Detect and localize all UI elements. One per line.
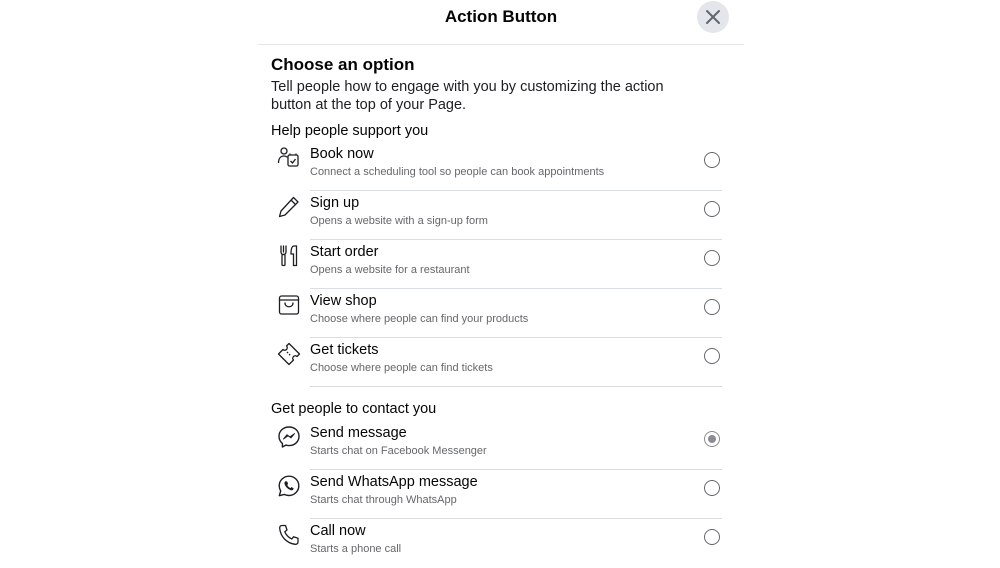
pencil-icon <box>277 195 301 219</box>
dialog-title: Action Button <box>444 7 558 26</box>
option-get-tickets[interactable]: Get tickets Choose where people can find… <box>271 338 731 387</box>
phone-icon <box>277 523 301 547</box>
dialog-body: Choose an option Tell people how to enga… <box>271 54 731 555</box>
radio-call-now[interactable] <box>704 529 720 545</box>
option-description: Opens a website for a restaurant <box>310 264 470 276</box>
option-label: Call now <box>310 523 366 539</box>
option-send-message[interactable]: Send message Starts chat on Facebook Mes… <box>271 421 731 470</box>
option-label: Send WhatsApp message <box>310 474 478 490</box>
action-button-dialog: Action Button Choose an option Tell peop… <box>258 0 744 563</box>
radio-send-message[interactable] <box>704 431 720 447</box>
shopping-bag-icon <box>277 293 301 317</box>
whatsapp-icon <box>277 474 301 498</box>
option-description: Choose where people can find tickets <box>310 362 493 374</box>
option-label: View shop <box>310 293 377 309</box>
contact-options-list: Send message Starts chat on Facebook Mes… <box>271 421 731 568</box>
radio-view-shop[interactable] <box>704 299 720 315</box>
radio-book-now[interactable] <box>704 152 720 168</box>
close-icon <box>706 10 720 24</box>
radio-send-whatsapp[interactable] <box>704 480 720 496</box>
radio-get-tickets[interactable] <box>704 348 720 364</box>
option-label: Get tickets <box>310 342 379 358</box>
radio-start-order[interactable] <box>704 250 720 266</box>
choose-option-description: Tell people how to engage with you by cu… <box>271 79 664 113</box>
option-description: Opens a website with a sign-up form <box>310 215 488 227</box>
option-start-order[interactable]: Start order Opens a website for a restau… <box>271 240 731 289</box>
option-sign-up[interactable]: Sign up Opens a website with a sign-up f… <box>271 191 731 240</box>
close-button[interactable] <box>697 1 729 33</box>
option-divider <box>310 386 722 387</box>
section-title-contact: Get people to contact you <box>271 401 437 417</box>
calendar-person-icon <box>277 146 301 170</box>
option-call-now[interactable]: Call now Starts a phone call <box>271 519 731 568</box>
dialog-header: Action Button <box>258 0 744 45</box>
option-label: Start order <box>310 244 379 260</box>
option-label: Send message <box>310 425 407 441</box>
choose-option-title: Choose an option <box>271 55 415 74</box>
support-options-list: Book now Connect a scheduling tool so pe… <box>271 142 731 387</box>
option-book-now[interactable]: Book now Connect a scheduling tool so pe… <box>271 142 731 191</box>
option-description: Starts chat through WhatsApp <box>310 494 457 506</box>
section-title-support: Help people support you <box>271 123 429 139</box>
option-label: Sign up <box>310 195 360 211</box>
option-description: Starts a phone call <box>310 543 402 555</box>
fork-knife-icon <box>277 244 301 268</box>
radio-sign-up[interactable] <box>704 201 720 217</box>
option-label: Book now <box>310 146 374 162</box>
ticket-icon <box>277 342 301 366</box>
option-description: Choose where people can find your produc… <box>310 313 529 325</box>
option-view-shop[interactable]: View shop Choose where people can find y… <box>271 289 731 338</box>
option-description: Connect a scheduling tool so people can … <box>310 166 605 178</box>
option-description: Starts chat on Facebook Messenger <box>310 445 487 457</box>
option-send-whatsapp[interactable]: Send WhatsApp message Starts chat throug… <box>271 470 731 519</box>
messenger-icon <box>277 425 301 449</box>
